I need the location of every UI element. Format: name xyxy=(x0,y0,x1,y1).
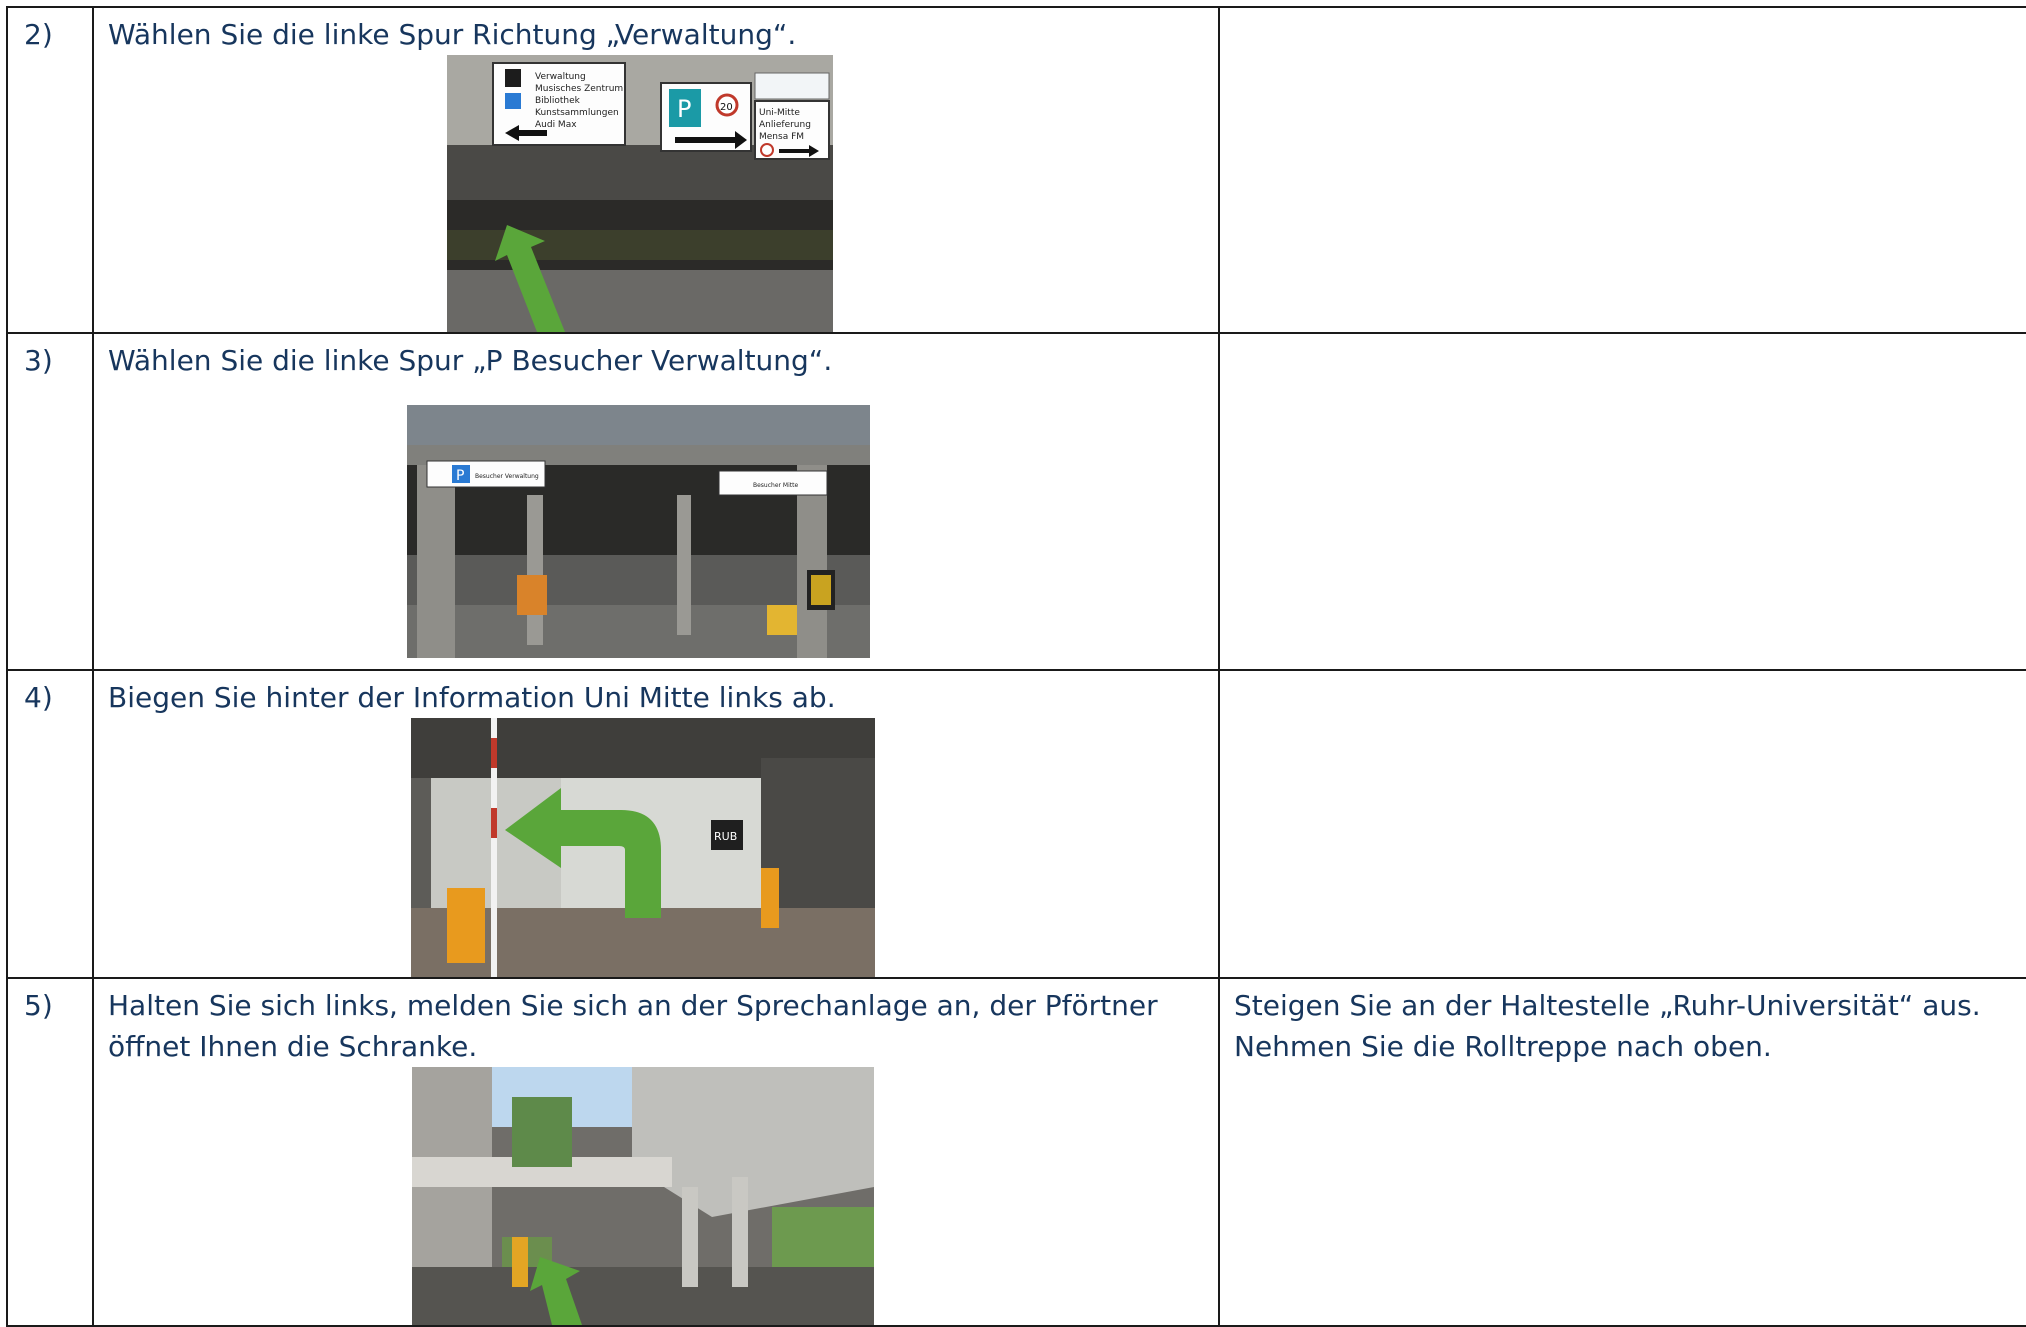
sign-line: Musisches Zentrum xyxy=(535,84,623,94)
speed-label: 20 xyxy=(720,102,733,113)
left-sign-text: Besucher Verwaltung xyxy=(475,473,539,480)
step-number: 3) xyxy=(24,344,53,377)
directions-table: 2) Wählen Sie die linke Spur Richtung „V… xyxy=(6,6,2026,1327)
rub-label: RUB xyxy=(714,830,737,843)
alternative-cell xyxy=(1218,6,2026,334)
sign-line: Uni-Mitte xyxy=(759,108,800,118)
photo-gate-intercom xyxy=(412,1067,874,1325)
sign-line: Kunstsammlungen xyxy=(535,108,619,118)
instruction-text: Halten Sie sich links, melden Sie sich a… xyxy=(108,989,1158,1063)
alternative-text xyxy=(1220,671,2026,677)
table-row: 4) Biegen Sie hinter der Information Uni… xyxy=(6,669,2026,979)
instruction-text: Wählen Sie die linke Spur Richtung „Verw… xyxy=(108,18,797,51)
photo-garage-entrance: P Besucher Verwaltung Besucher Mitte xyxy=(407,405,870,658)
alternative-cell xyxy=(1218,669,2026,979)
sign-line: Mensa FM xyxy=(759,132,804,142)
instruction-cell: Biegen Sie hinter der Information Uni Mi… xyxy=(92,669,1220,979)
table-row: 5) Halten Sie sich links, melden Sie sic… xyxy=(6,977,2026,1327)
table-row: 2) Wählen Sie die linke Spur Richtung „V… xyxy=(6,6,2026,334)
sign-line: Verwaltung xyxy=(535,72,586,82)
instruction-cell: Wählen Sie die linke Spur Richtung „Verw… xyxy=(92,6,1220,334)
step-number: 4) xyxy=(24,681,53,714)
sign-line: Audi Max xyxy=(535,120,577,130)
instruction-text: Wählen Sie die linke Spur „P Besucher Ve… xyxy=(108,344,833,377)
alternative-cell: Steigen Sie an der Haltestelle „Ruhr-Uni… xyxy=(1218,977,2026,1327)
photo-underpass-signs: Verwaltung Musisches Zentrum Bibliothek … xyxy=(447,55,833,332)
alternative-text: Steigen Sie an der Haltestelle „Ruhr-Uni… xyxy=(1234,989,1981,1063)
right-sign-text: Besucher Mitte xyxy=(753,482,798,489)
step-number-cell: 3) xyxy=(6,332,94,671)
photo-barrier-turn: RUB xyxy=(411,718,875,977)
alternative-text xyxy=(1220,334,2026,340)
step-number: 2) xyxy=(24,18,53,51)
alternative-text xyxy=(1220,8,2026,14)
instruction-text: Biegen Sie hinter der Information Uni Mi… xyxy=(108,681,836,714)
step-number-cell: 4) xyxy=(6,669,94,979)
instruction-cell: Wählen Sie die linke Spur „P Besucher Ve… xyxy=(92,332,1220,671)
sign-line: Anlieferung xyxy=(759,120,811,130)
step-number-cell: 2) xyxy=(6,6,94,334)
parking-label: P xyxy=(677,95,691,123)
table-row: 3) Wählen Sie die linke Spur „P Besucher… xyxy=(6,332,2026,671)
step-number-cell: 5) xyxy=(6,977,94,1327)
instruction-cell: Halten Sie sich links, melden Sie sich a… xyxy=(92,977,1220,1327)
parking-label: P xyxy=(456,468,464,484)
sign-line: Bibliothek xyxy=(535,96,581,106)
step-number: 5) xyxy=(24,989,53,1022)
alternative-cell xyxy=(1218,332,2026,671)
